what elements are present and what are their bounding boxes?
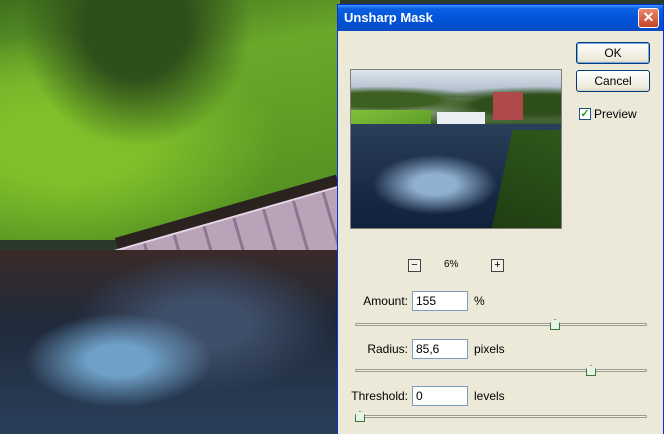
radius-label: Radius: [367,342,408,356]
unsharp-mask-dialog: Unsharp Mask ✕ OK Cancel ✓ Preview − 6% … [337,4,664,434]
threshold-label: Threshold: [351,389,408,403]
radius-slider-thumb[interactable] [586,365,596,376]
preview-building [493,92,523,120]
radius-slider-track[interactable] [355,369,647,372]
threshold-unit: levels [474,389,505,403]
ok-button[interactable]: OK [576,42,650,64]
amount-unit: % [474,294,485,308]
threshold-slider[interactable] [355,411,647,423]
amount-slider[interactable] [355,319,647,331]
preview-checkbox[interactable]: ✓ [579,108,591,120]
close-icon: ✕ [642,9,655,25]
amount-row: Amount: 155 % [358,291,485,311]
zoom-in-icon[interactable]: + [491,259,504,272]
threshold-row: Threshold: 0 levels [348,386,505,406]
threshold-slider-thumb[interactable] [355,411,365,422]
amount-slider-track[interactable] [355,323,647,326]
preview-label: Preview [594,107,637,121]
close-button[interactable]: ✕ [638,8,659,28]
zoom-out-icon[interactable]: − [408,259,421,272]
radius-row: Radius: 85,6 pixels [358,339,505,359]
cancel-button[interactable]: Cancel [576,70,650,92]
amount-input[interactable]: 155 [412,291,468,311]
dialog-title: Unsharp Mask [344,10,433,25]
radius-unit: pixels [474,342,505,356]
threshold-input[interactable]: 0 [412,386,468,406]
photo-river [0,250,340,434]
radius-input[interactable]: 85,6 [412,339,468,359]
radius-slider[interactable] [355,365,647,377]
amount-slider-thumb[interactable] [550,319,560,330]
checkmark-icon: ✓ [580,108,590,120]
preview-image[interactable] [350,69,562,229]
zoom-controls: − 6% + [408,259,508,275]
dialog-titlebar[interactable]: Unsharp Mask ✕ [338,5,663,31]
preview-checkbox-row[interactable]: ✓ Preview [579,107,637,121]
document-canvas [0,0,340,434]
threshold-slider-track[interactable] [355,415,647,418]
amount-label: Amount: [363,294,408,308]
zoom-level: 6% [444,259,459,270]
